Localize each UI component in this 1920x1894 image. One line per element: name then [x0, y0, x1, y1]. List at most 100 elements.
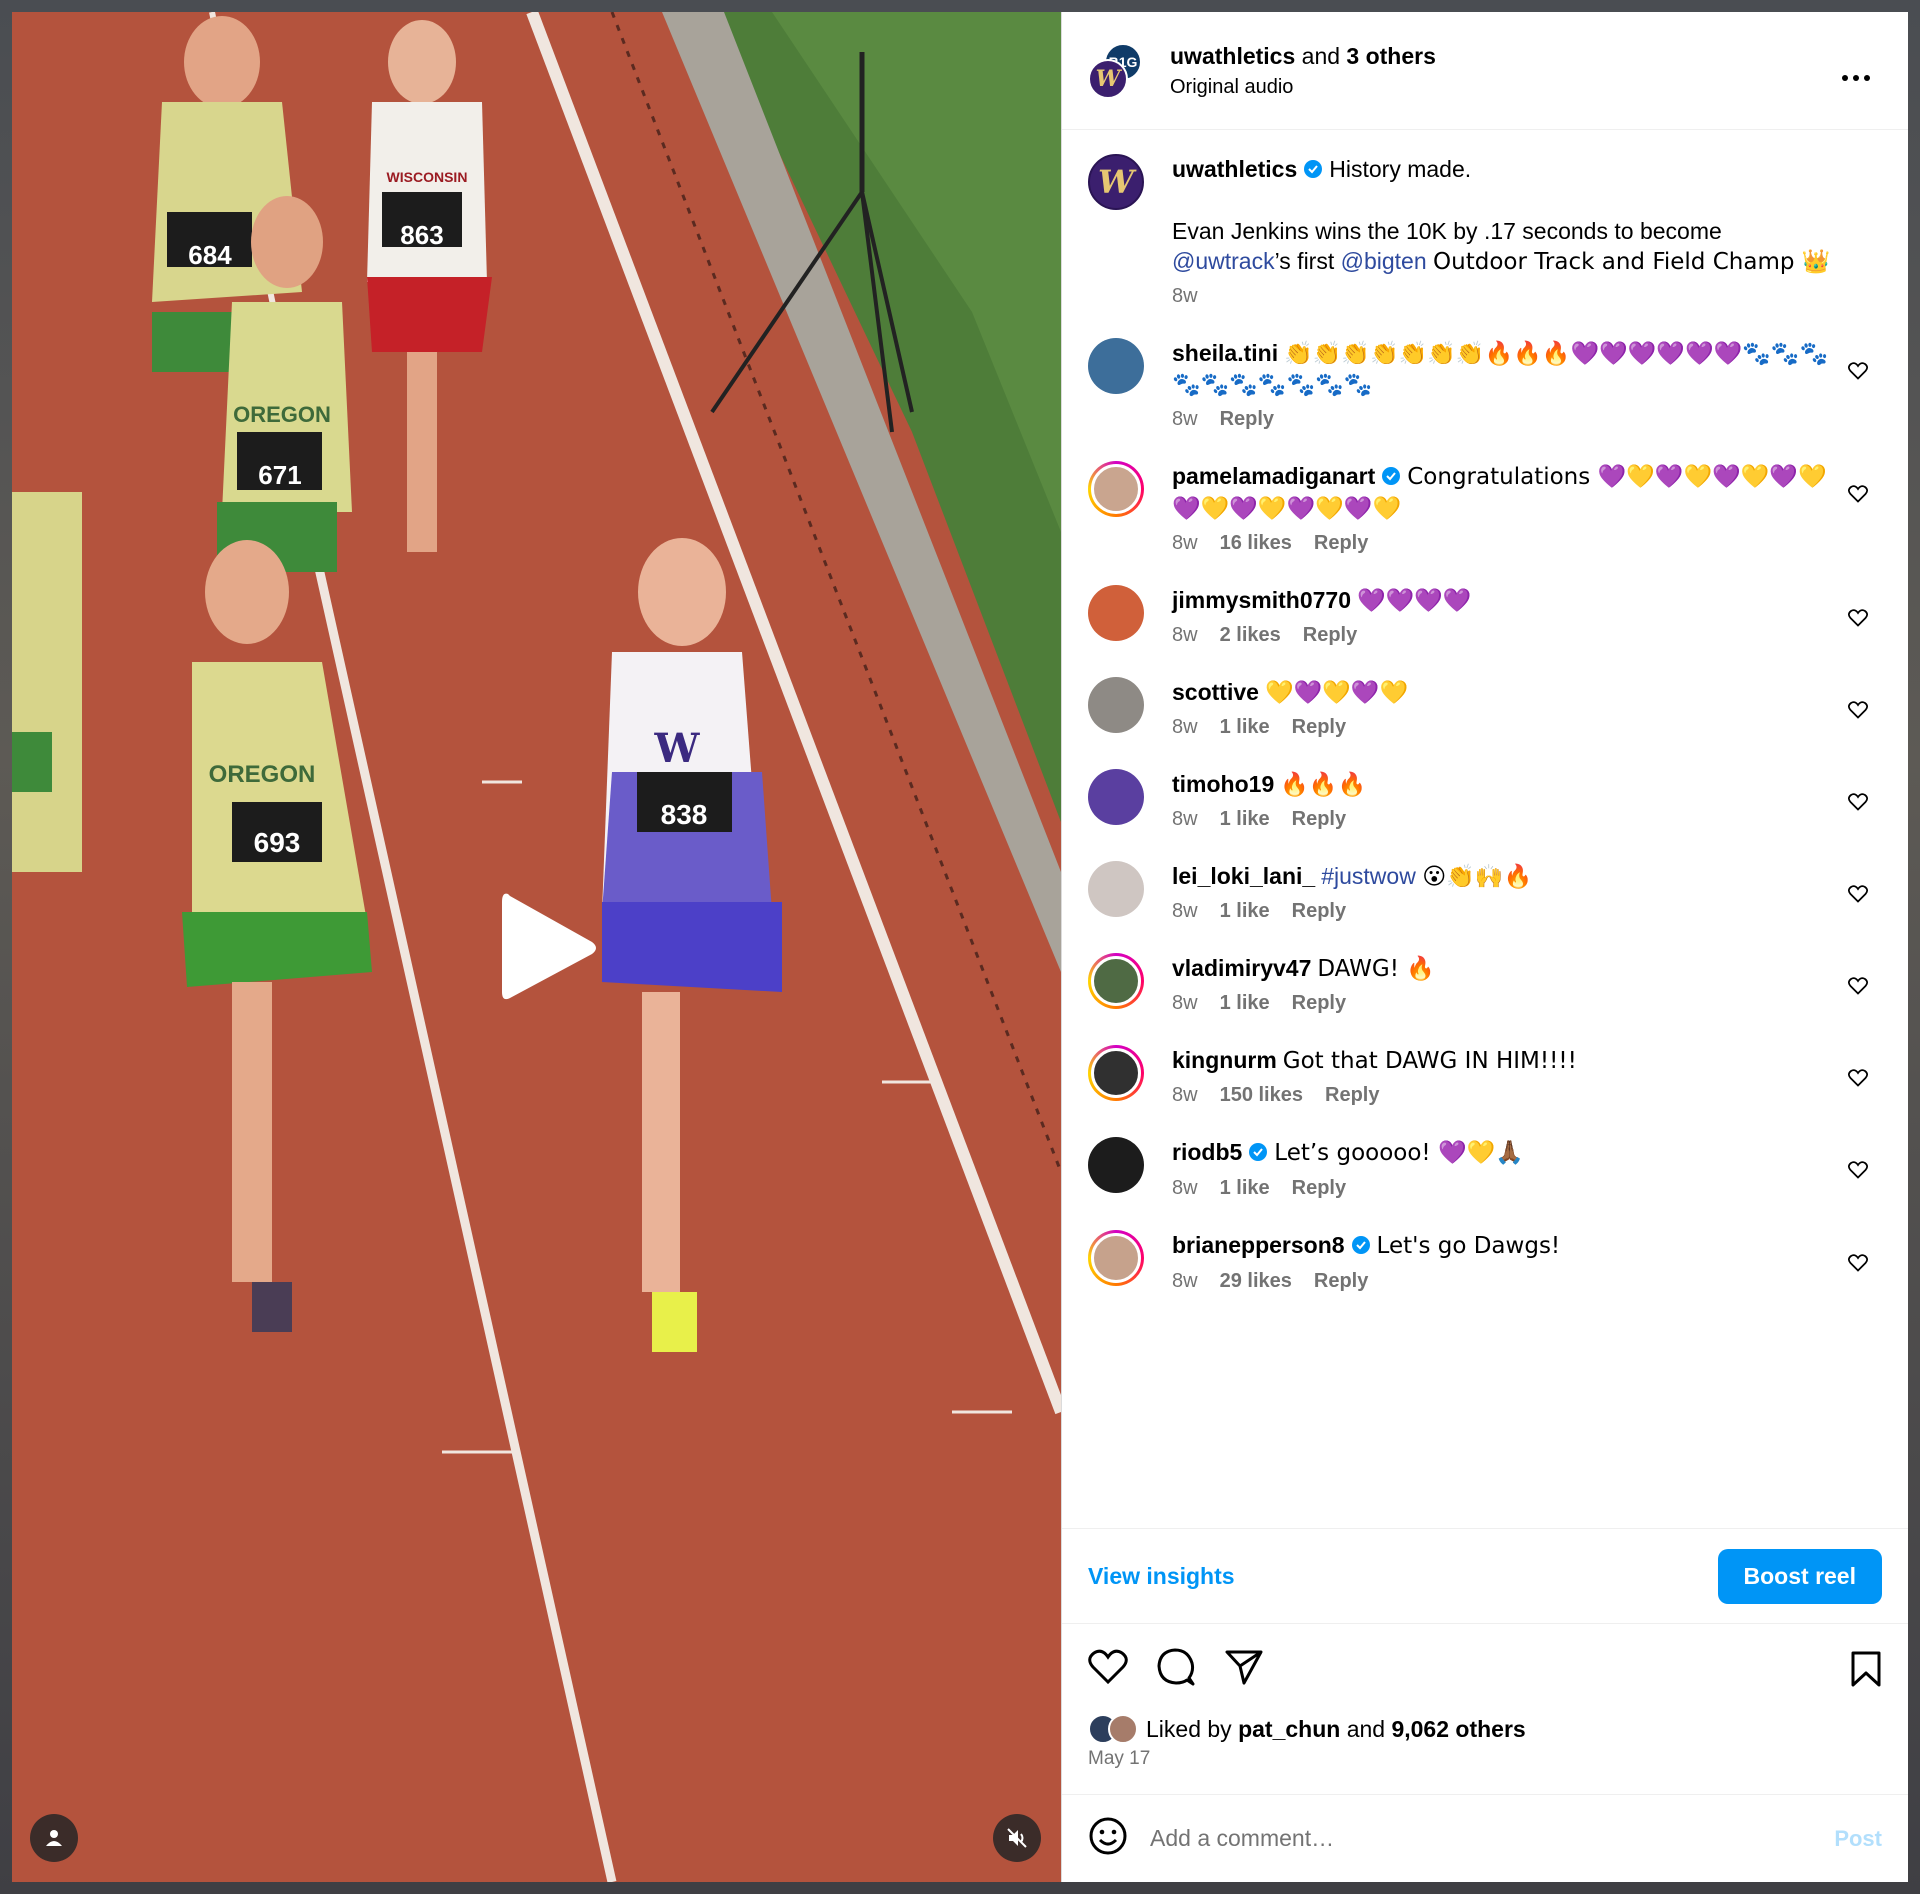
comment-likes[interactable]: 1 like — [1220, 716, 1270, 739]
comment-button[interactable] — [1156, 1647, 1196, 1692]
comment-like-button[interactable] — [1848, 362, 1868, 385]
comment-hashtag[interactable]: #justwow — [1321, 863, 1416, 889]
comment-username[interactable]: brianepperson8 — [1172, 1232, 1345, 1258]
svg-text:OREGON: OREGON — [209, 761, 316, 788]
comment-username[interactable]: scottive — [1172, 679, 1259, 705]
comment-avatar[interactable] — [1088, 461, 1144, 517]
comment-likes[interactable]: 1 like — [1220, 1177, 1270, 1200]
reply-button[interactable]: Reply — [1325, 1084, 1379, 1107]
reply-button[interactable]: Reply — [1292, 900, 1346, 923]
caption: W uwathletics History made. Evan Jenkins … — [1088, 154, 1880, 308]
comment-like-button[interactable] — [1848, 1069, 1868, 1092]
reply-button[interactable]: Reply — [1292, 716, 1346, 739]
comment-like-button[interactable] — [1848, 485, 1868, 508]
caption-avatar[interactable]: W — [1088, 154, 1144, 210]
comment-likes[interactable]: 150 likes — [1220, 1084, 1303, 1107]
bib-693: 693 — [254, 827, 301, 858]
likes-count[interactable]: 9,062 others — [1391, 1716, 1525, 1743]
comment-avatar[interactable] — [1088, 338, 1144, 394]
comment-time[interactable]: 8w — [1172, 992, 1198, 1015]
boost-reel-button[interactable]: Boost reel — [1717, 1548, 1882, 1604]
comment-like-button[interactable] — [1848, 609, 1868, 632]
comment-avatar[interactable] — [1088, 769, 1144, 825]
reel-modal: 684 WISCONSIN 863 OREGON 671 OREGON 693 — [12, 12, 1908, 1882]
comment-username[interactable]: jimmysmith0770 — [1172, 587, 1351, 613]
account-name[interactable]: uwathletics — [1170, 43, 1295, 69]
heart-icon — [1848, 1069, 1868, 1087]
post-date[interactable]: May 17 — [1062, 1744, 1908, 1794]
collab-avatars[interactable]: B1G W — [1088, 42, 1144, 99]
view-insights-link[interactable]: View insights — [1088, 1563, 1235, 1590]
comment-avatar[interactable] — [1088, 1137, 1144, 1193]
bib-863: 863 — [400, 220, 443, 250]
post-button[interactable]: Post — [1834, 1826, 1882, 1852]
comment-avatar[interactable] — [1088, 585, 1144, 641]
video-player[interactable]: 684 WISCONSIN 863 OREGON 671 OREGON 693 — [12, 12, 1061, 1882]
collaborators-link[interactable]: 3 others — [1346, 43, 1435, 69]
comment-like-button[interactable] — [1848, 1161, 1868, 1184]
comment-username[interactable]: pamelamadiganart — [1172, 463, 1375, 489]
svg-text:W: W — [654, 725, 701, 772]
comment-time[interactable]: 8w — [1172, 808, 1198, 831]
comment-time[interactable]: 8w — [1172, 1084, 1198, 1107]
comment-time[interactable]: 8w — [1172, 532, 1198, 555]
liker-username[interactable]: pat_chun — [1238, 1716, 1340, 1743]
comment-like-button[interactable] — [1848, 885, 1868, 908]
reply-button[interactable]: Reply — [1220, 408, 1274, 431]
reply-button[interactable]: Reply — [1314, 1270, 1368, 1293]
account-avatar: W — [1088, 58, 1128, 99]
comment-input[interactable] — [1150, 1825, 1835, 1852]
comment-avatar[interactable] — [1088, 1045, 1144, 1101]
mention-bigten[interactable]: @bigten — [1341, 248, 1427, 274]
play-button[interactable] — [488, 882, 608, 1012]
reply-button[interactable]: Reply — [1292, 808, 1346, 831]
comments-list[interactable]: W uwathletics History made. Evan Jenkins … — [1062, 130, 1908, 1528]
comment-username[interactable]: kingnurm — [1172, 1047, 1277, 1073]
heart-icon — [1848, 362, 1868, 380]
comment-like-button[interactable] — [1848, 793, 1868, 816]
like-button[interactable] — [1088, 1649, 1128, 1690]
caption-time[interactable]: 8w — [1172, 285, 1198, 308]
comment-like-button[interactable] — [1848, 977, 1868, 1000]
comment-time[interactable]: 8w — [1172, 408, 1198, 431]
comment-time[interactable]: 8w — [1172, 900, 1198, 923]
reply-button[interactable]: Reply — [1314, 532, 1368, 555]
comment-username[interactable]: riodb5 — [1172, 1139, 1242, 1165]
save-button[interactable] — [1850, 1650, 1882, 1693]
mute-button[interactable] — [993, 1814, 1041, 1862]
mention-uwtrack[interactable]: @uwtrack — [1172, 248, 1275, 274]
comment-likes[interactable]: 1 like — [1220, 808, 1270, 831]
reply-button[interactable]: Reply — [1303, 624, 1357, 647]
tagged-users-button[interactable] — [30, 1814, 78, 1862]
comment-time[interactable]: 8w — [1172, 624, 1198, 647]
share-button[interactable] — [1224, 1648, 1264, 1691]
comment-likes[interactable]: 1 like — [1220, 900, 1270, 923]
comment-avatar[interactable] — [1088, 861, 1144, 917]
audio-label[interactable]: Original audio — [1170, 76, 1436, 99]
comment-username[interactable]: timoho19 — [1172, 771, 1274, 797]
comment-time[interactable]: 8w — [1172, 1270, 1198, 1293]
comment-avatar[interactable] — [1088, 953, 1144, 1009]
reply-button[interactable]: Reply — [1292, 992, 1346, 1015]
comment-avatar[interactable] — [1088, 1230, 1144, 1286]
comment-likes[interactable]: 16 likes — [1220, 532, 1292, 555]
heart-icon — [1848, 1161, 1868, 1179]
comment-like-button[interactable] — [1848, 701, 1868, 724]
caption-username[interactable]: uwathletics — [1172, 156, 1297, 182]
comment-likes[interactable]: 29 likes — [1220, 1270, 1292, 1293]
more-options-button[interactable] — [1842, 68, 1870, 86]
comment-time[interactable]: 8w — [1172, 1177, 1198, 1200]
emoji-button[interactable] — [1088, 1816, 1128, 1861]
comment-avatar[interactable] — [1088, 677, 1144, 733]
comment-username[interactable]: lei_loki_lani_ — [1172, 863, 1315, 889]
mute-icon — [1007, 1828, 1027, 1848]
comment-username[interactable]: sheila.tini — [1172, 340, 1278, 366]
comment-likes[interactable]: 1 like — [1220, 992, 1270, 1015]
comment-likes[interactable]: 2 likes — [1220, 624, 1281, 647]
reply-button[interactable]: Reply — [1292, 1177, 1346, 1200]
comment-time[interactable]: 8w — [1172, 716, 1198, 739]
svg-text:WISCONSIN: WISCONSIN — [387, 169, 468, 185]
comment-username[interactable]: vladimiryv47 — [1172, 955, 1311, 981]
likers-avatars[interactable] — [1088, 1714, 1138, 1744]
comment-like-button[interactable] — [1848, 1254, 1868, 1277]
